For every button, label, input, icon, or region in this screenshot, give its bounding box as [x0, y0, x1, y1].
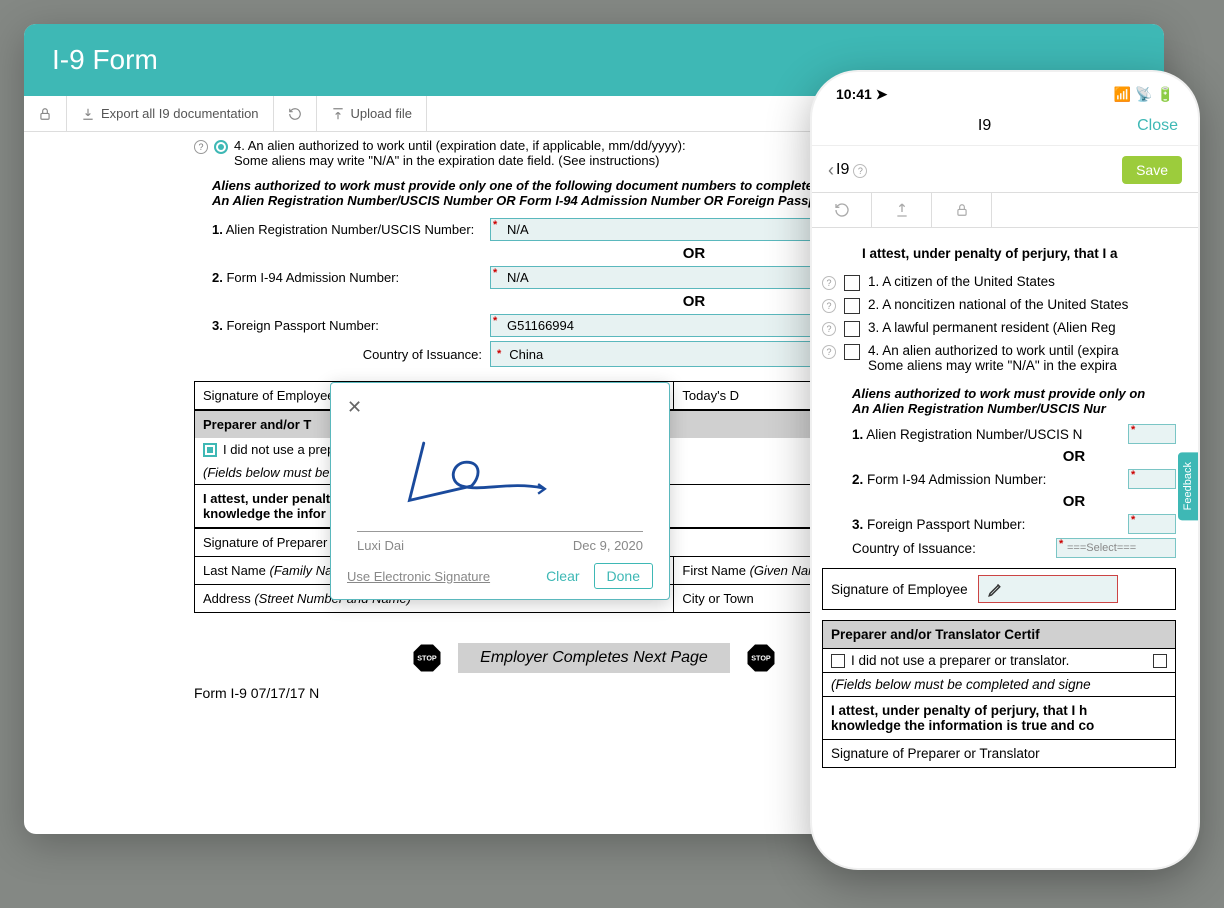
opt4-checkbox[interactable]	[844, 344, 860, 360]
phone-country-select[interactable]: *===Select===	[1056, 538, 1176, 558]
feedback-tab[interactable]: Feedback	[1178, 452, 1198, 520]
opt4-text: 4. An alien authorized to work until (ex…	[868, 343, 1119, 358]
opt2-text: 2. A noncitizen national of the United S…	[868, 297, 1128, 312]
stop-icon-left: STOP	[412, 643, 442, 673]
undo-icon	[288, 107, 302, 121]
phone-passport-input[interactable]: *	[1128, 514, 1176, 534]
undo-icon	[834, 202, 850, 218]
phone-attest: I attest, under penalty of perjury, that…	[822, 697, 1176, 740]
phone-signature-preparer[interactable]: Signature of Preparer or Translator	[822, 740, 1176, 768]
export-button[interactable]: Export all I9 documentation	[67, 96, 274, 131]
phone-signature-employee: Signature of Employee	[822, 568, 1176, 610]
stop-icon-right: STOP	[746, 643, 776, 673]
phone-subnav: ‹ I9 ? Save	[812, 146, 1198, 192]
opt4-text2: Some aliens may write "N/A" in the expir…	[868, 358, 1119, 373]
f1-label: Alien Registration Number/USCIS Number:	[226, 222, 475, 237]
phone-undo-button[interactable]	[812, 193, 872, 227]
lock-button[interactable]	[24, 96, 67, 131]
phone-toolbar	[812, 192, 1198, 228]
phone-title: I9	[978, 117, 991, 135]
phone-i94-input[interactable]: *	[1128, 469, 1176, 489]
opt2-checkbox[interactable]	[844, 298, 860, 314]
f1-num: 1.	[212, 222, 223, 237]
signature-canvas[interactable]	[357, 422, 643, 532]
close-icon[interactable]: ✕	[347, 397, 362, 417]
location-icon: ➤	[876, 86, 888, 102]
info-icon[interactable]: ?	[822, 345, 836, 359]
phone-share-button[interactable]	[872, 193, 932, 227]
export-label: Export all I9 documentation	[101, 106, 259, 121]
next-page-banner: Employer Completes Next Page	[458, 643, 730, 673]
phone-preparer-assisted-checkbox[interactable]	[1153, 654, 1167, 668]
phone-body: I attest, under penalty of perjury, that…	[812, 228, 1198, 778]
battery-icon: 🔋	[1157, 86, 1174, 103]
option4-text: 4. An alien authorized to work until (ex…	[234, 138, 899, 153]
phone-frame: 10:41 ➤ 📶 📡 🔋 I9 Close ‹ I9 ? Save I att…	[810, 70, 1200, 870]
download-icon	[81, 107, 95, 121]
clear-button[interactable]: Clear	[546, 568, 579, 584]
phone-status-bar: 10:41 ➤ 📶 📡 🔋	[812, 72, 1198, 109]
info-icon[interactable]: ?	[822, 299, 836, 313]
save-button[interactable]: Save	[1122, 156, 1182, 184]
f2-label: Form I-94 Admission Number:	[226, 270, 399, 285]
signal-icon: 📶	[1114, 86, 1131, 103]
done-button[interactable]: Done	[594, 563, 653, 589]
phone-no-preparer-checkbox[interactable]	[831, 654, 845, 668]
info-icon[interactable]: ?	[853, 164, 867, 178]
phone-aliens-note: Aliens authorized to work must provide o…	[852, 386, 1176, 416]
phone-nav: I9 Close	[812, 109, 1198, 146]
phone-preparer-checkbox-row: I did not use a preparer or translator.	[822, 649, 1176, 673]
upload-button[interactable]: Upload file	[317, 96, 427, 131]
undo-button[interactable]	[274, 96, 317, 131]
phone-f2-label: Form I-94 Admission Number:	[867, 472, 1046, 487]
upload-label: Upload file	[351, 106, 412, 121]
phone-or-2: OR	[972, 493, 1176, 510]
signature-modal: ✕ Luxi Dai Dec 9, 2020 Use Electronic Si…	[330, 382, 670, 600]
phone-f3-label: Foreign Passport Number:	[867, 517, 1025, 532]
no-preparer-checkbox[interactable]	[203, 443, 217, 457]
f3-label: Foreign Passport Number:	[226, 318, 378, 333]
option4-radio[interactable]	[214, 140, 228, 154]
signature-date: Dec 9, 2020	[573, 538, 643, 553]
info-icon[interactable]: ?	[822, 276, 836, 290]
phone-preparer-header: Preparer and/or Translator Certif	[822, 620, 1176, 649]
phone-close-button[interactable]: Close	[1137, 117, 1178, 135]
share-icon	[894, 202, 910, 218]
electronic-signature-link[interactable]: Use Electronic Signature	[347, 569, 490, 584]
phone-or-1: OR	[972, 448, 1176, 465]
info-icon[interactable]: ?	[822, 322, 836, 336]
country-label: Country of Issuance:	[212, 347, 482, 362]
svg-text:STOP: STOP	[751, 653, 771, 662]
back-icon[interactable]: ‹	[828, 160, 834, 181]
opt3-text: 3. A lawful permanent resident (Alien Re…	[868, 320, 1116, 335]
opt1-checkbox[interactable]	[844, 275, 860, 291]
f3-num: 3.	[212, 318, 223, 333]
phone-alien-reg-input[interactable]: *	[1128, 424, 1176, 444]
pencil-icon	[987, 580, 1005, 598]
country-value: China	[501, 347, 543, 362]
lock-icon	[955, 203, 969, 217]
phone-signature-input[interactable]	[978, 575, 1118, 603]
phone-country-label: Country of Issuance:	[852, 541, 1056, 556]
phone-preparer-note: (Fields below must be completed and sign…	[822, 673, 1176, 697]
opt3-checkbox[interactable]	[844, 321, 860, 337]
phone-lock-button[interactable]	[932, 193, 992, 227]
phone-time: 10:41 ➤	[836, 86, 887, 103]
opt1-text: 1. A citizen of the United States	[868, 274, 1055, 289]
signer-name: Luxi Dai	[357, 538, 404, 553]
lock-icon	[38, 107, 52, 121]
phone-f1-label: Alien Registration Number/USCIS N	[866, 427, 1082, 442]
upload-icon	[331, 107, 345, 121]
info-icon[interactable]: ?	[194, 140, 208, 154]
f2-num: 2.	[212, 270, 223, 285]
option4-text2: Some aliens may write "N/A" in the expir…	[234, 153, 899, 168]
svg-text:STOP: STOP	[417, 653, 437, 662]
phone-attest-heading: I attest, under penalty of perjury, that…	[862, 246, 1176, 261]
phone-back-label[interactable]: I9	[836, 161, 849, 179]
wifi-icon: 📡	[1135, 86, 1152, 103]
